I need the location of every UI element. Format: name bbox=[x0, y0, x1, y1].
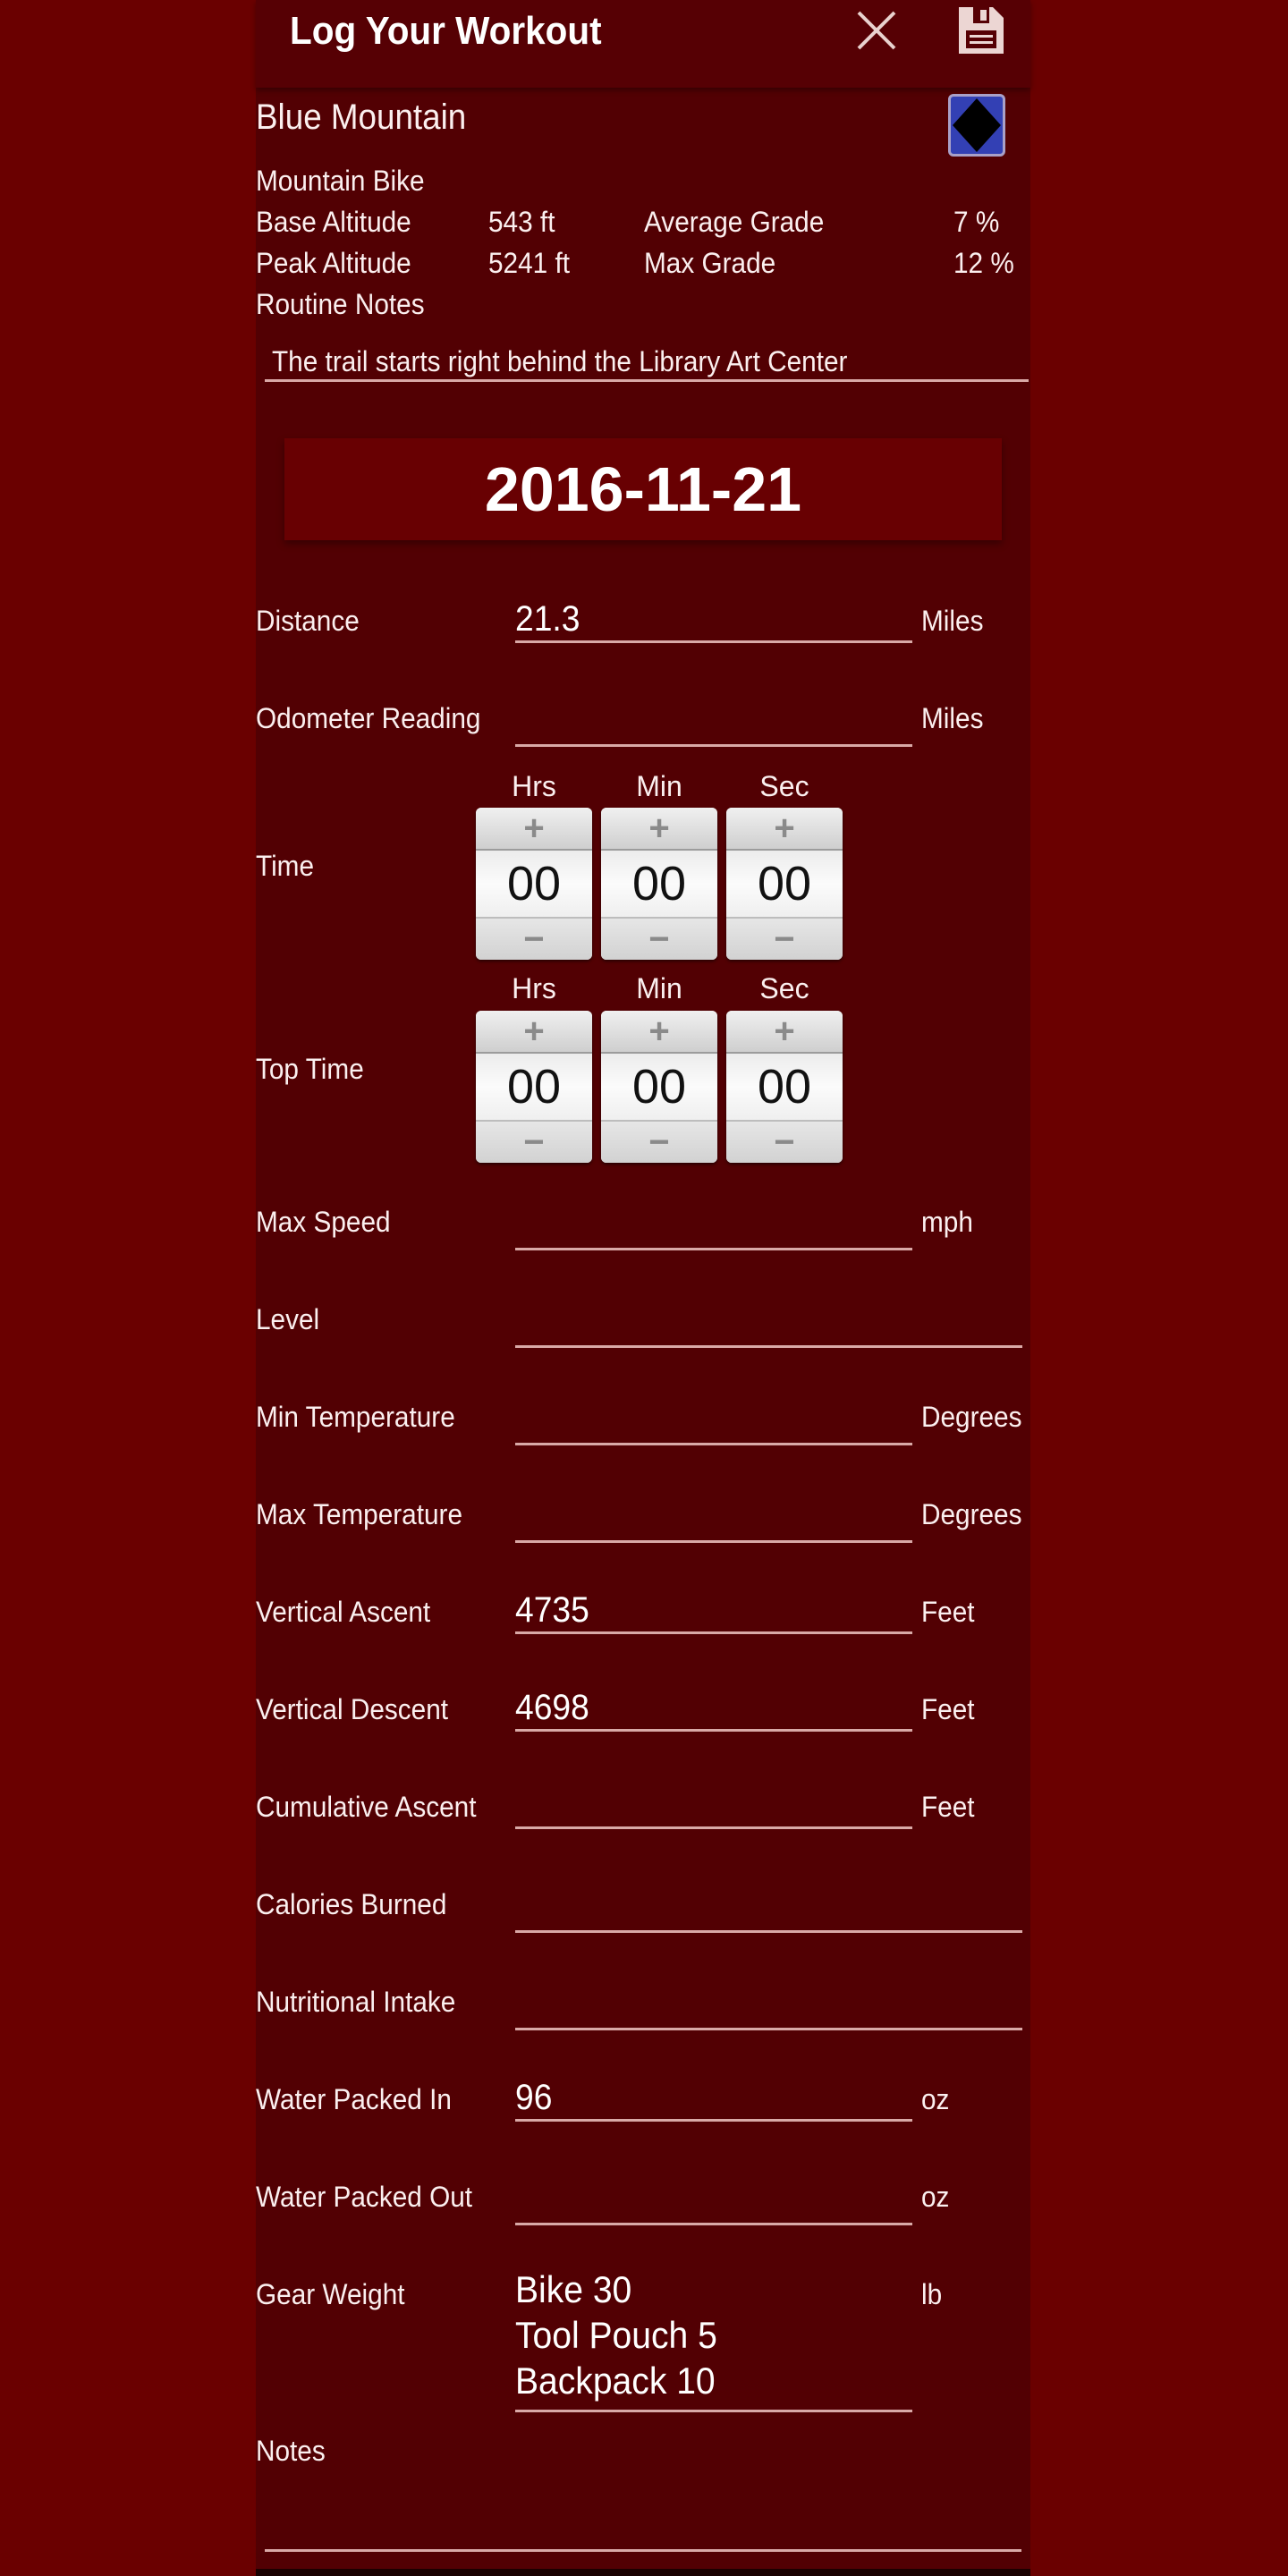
peak-altitude-value: 5241 ft bbox=[488, 247, 571, 279]
base-altitude-label: Base Altitude bbox=[256, 206, 411, 238]
water-packed-out-unit: oz bbox=[921, 2181, 950, 2213]
top-time-seconds-spinner: + 00 − bbox=[726, 1011, 843, 1163]
gear-weight-line: Backpack 10 bbox=[515, 2360, 716, 2402]
date-picker-button[interactable]: 2016-11-21 bbox=[284, 438, 1002, 540]
workout-log-panel: Log Your Workout Blue Mountain Mountain … bbox=[256, 0, 1030, 2576]
cumulative-ascent-label: Cumulative Ascent bbox=[256, 1791, 477, 1823]
max-speed-input[interactable] bbox=[515, 1205, 912, 1250]
time-sec-label: Sec bbox=[759, 770, 809, 802]
close-icon bbox=[857, 11, 896, 50]
min-temperature-input[interactable] bbox=[515, 1400, 912, 1445]
water-packed-out-input[interactable] bbox=[515, 2180, 912, 2225]
vertical-descent-input[interactable]: 4698 bbox=[515, 1686, 912, 1732]
activity-type: Mountain Bike bbox=[256, 165, 425, 197]
gear-weight-label: Gear Weight bbox=[256, 2278, 405, 2310]
water-packed-in-label: Water Packed In bbox=[256, 2083, 452, 2115]
top-time-hours-value[interactable]: 00 bbox=[476, 1054, 592, 1120]
top-time-minutes-spinner: + 00 − bbox=[601, 1011, 717, 1163]
time-min-label: Min bbox=[636, 770, 682, 802]
min-temperature-unit: Degrees bbox=[921, 1401, 1022, 1433]
vertical-ascent-input[interactable]: 4735 bbox=[515, 1589, 912, 1634]
min-temperature-label: Min Temperature bbox=[256, 1401, 455, 1433]
close-button[interactable] bbox=[852, 5, 902, 55]
time-seconds-spinner: + 00 − bbox=[726, 808, 843, 960]
top-time-label: Top Time bbox=[256, 1053, 364, 1085]
top-time-seconds-decrement-button[interactable]: − bbox=[726, 1120, 843, 1163]
time-seconds-increment-button[interactable]: + bbox=[726, 808, 843, 851]
time-hours-decrement-button[interactable]: − bbox=[476, 917, 592, 960]
max-temperature-input[interactable] bbox=[515, 1497, 912, 1543]
top-time-hours-spinner: + 00 − bbox=[476, 1011, 592, 1163]
vertical-descent-unit: Feet bbox=[921, 1693, 975, 1725]
top-time-minutes-decrement-button[interactable]: − bbox=[601, 1120, 717, 1163]
max-grade-label: Max Grade bbox=[644, 247, 776, 279]
nutritional-intake-label: Nutritional Intake bbox=[256, 1986, 456, 2018]
route-name: Blue Mountain bbox=[256, 97, 467, 137]
time-minutes-spinner: + 00 − bbox=[601, 808, 717, 960]
page-title: Log Your Workout bbox=[290, 9, 602, 53]
app-header: Log Your Workout bbox=[256, 0, 1030, 88]
save-floppy-icon bbox=[959, 7, 1004, 54]
top-time-hours-increment-button[interactable]: + bbox=[476, 1011, 592, 1054]
cumulative-ascent-input[interactable] bbox=[515, 1784, 912, 1829]
max-speed-label: Max Speed bbox=[256, 1206, 391, 1238]
cumulative-ascent-unit: Feet bbox=[921, 1791, 975, 1823]
max-grade-value: 12 % bbox=[953, 247, 1014, 279]
max-temperature-unit: Degrees bbox=[921, 1498, 1022, 1530]
vertical-descent-label: Vertical Descent bbox=[256, 1693, 449, 1725]
top-time-minutes-value[interactable]: 00 bbox=[601, 1054, 717, 1120]
routine-notes-label: Routine Notes bbox=[256, 288, 425, 320]
bottom-edge bbox=[256, 2569, 1030, 2576]
peak-altitude-label: Peak Altitude bbox=[256, 247, 411, 279]
routine-notes-text: The trail starts right behind the Librar… bbox=[265, 343, 1029, 382]
time-seconds-decrement-button[interactable]: − bbox=[726, 917, 843, 960]
difficulty-badge bbox=[948, 94, 1005, 157]
distance-label: Distance bbox=[256, 605, 360, 637]
time-hours-spinner: + 00 − bbox=[476, 808, 592, 960]
average-grade-value: 7 % bbox=[953, 206, 1000, 238]
nutritional-intake-input[interactable] bbox=[515, 1985, 1022, 2030]
notes-label: Notes bbox=[256, 2435, 326, 2467]
top-time-min-label: Min bbox=[636, 972, 682, 1004]
gear-weight-line: Bike 30 bbox=[515, 2268, 632, 2310]
calories-burned-input[interactable] bbox=[515, 1887, 1022, 1933]
max-temperature-label: Max Temperature bbox=[256, 1498, 463, 1530]
odometer-label: Odometer Reading bbox=[256, 702, 481, 734]
time-minutes-decrement-button[interactable]: − bbox=[601, 917, 717, 960]
top-time-minutes-increment-button[interactable]: + bbox=[601, 1011, 717, 1054]
odometer-input[interactable] bbox=[515, 701, 912, 747]
vertical-ascent-unit: Feet bbox=[921, 1596, 975, 1628]
vertical-ascent-label: Vertical Ascent bbox=[256, 1596, 431, 1628]
time-minutes-value[interactable]: 00 bbox=[601, 851, 717, 917]
level-label: Level bbox=[256, 1303, 320, 1335]
water-packed-out-label: Water Packed Out bbox=[256, 2181, 473, 2213]
top-time-hrs-label: Hrs bbox=[512, 972, 556, 1004]
time-minutes-increment-button[interactable]: + bbox=[601, 808, 717, 851]
calories-burned-label: Calories Burned bbox=[256, 1888, 447, 1920]
time-hours-value[interactable]: 00 bbox=[476, 851, 592, 917]
notes-input[interactable] bbox=[265, 2496, 1021, 2552]
base-altitude-value: 543 ft bbox=[488, 206, 555, 238]
top-time-seconds-increment-button[interactable]: + bbox=[726, 1011, 843, 1054]
time-hours-increment-button[interactable]: + bbox=[476, 808, 592, 851]
time-hrs-label: Hrs bbox=[512, 770, 556, 802]
level-input[interactable] bbox=[515, 1302, 1022, 1348]
odometer-unit: Miles bbox=[921, 702, 984, 734]
water-packed-in-unit: oz bbox=[921, 2083, 950, 2115]
gear-weight-line: Tool Pouch 5 bbox=[515, 2314, 717, 2356]
top-time-hours-decrement-button[interactable]: − bbox=[476, 1120, 592, 1163]
time-seconds-value[interactable]: 00 bbox=[726, 851, 843, 917]
gear-weight-input[interactable]: Bike 30 Tool Pouch 5 Backpack 10 bbox=[515, 2267, 912, 2412]
max-speed-unit: mph bbox=[921, 1206, 973, 1238]
water-packed-in-input[interactable]: 96 bbox=[515, 2076, 912, 2122]
distance-unit: Miles bbox=[921, 605, 984, 637]
top-time-sec-label: Sec bbox=[759, 972, 809, 1004]
save-button[interactable] bbox=[953, 4, 1007, 57]
distance-input[interactable]: 21.3 bbox=[515, 597, 912, 643]
time-label: Time bbox=[256, 850, 315, 882]
top-time-seconds-value[interactable]: 00 bbox=[726, 1054, 843, 1120]
average-grade-label: Average Grade bbox=[644, 206, 825, 238]
gear-weight-unit: lb bbox=[921, 2278, 943, 2310]
black-diamond-difficulty-icon bbox=[953, 98, 1001, 152]
